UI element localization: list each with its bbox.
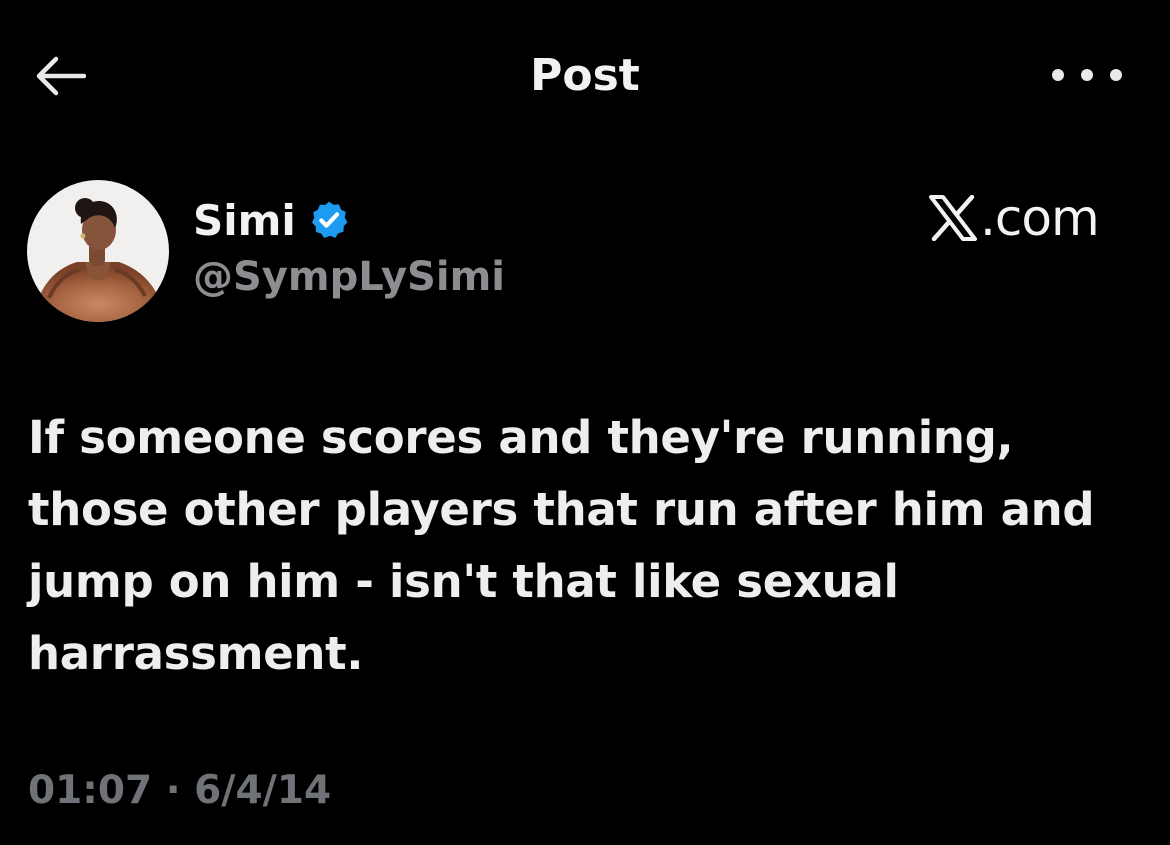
post-time: 01:07 — [28, 768, 153, 813]
x-com-watermark: .com — [928, 188, 1118, 248]
author-display-name: Simi — [193, 195, 296, 245]
more-dot — [1081, 69, 1093, 81]
x-logo-icon — [929, 195, 977, 241]
post-text: If someone scores and they're running, t… — [28, 411, 1095, 680]
post-timestamp[interactable]: 01:07 · 6/4/14 — [28, 768, 331, 813]
watermark-text: .com — [980, 189, 1100, 247]
top-bar: Post — [0, 0, 1170, 150]
more-options-button[interactable] — [1052, 58, 1122, 92]
verified-badge-icon — [311, 201, 348, 239]
more-horizontal-icon — [1052, 69, 1064, 81]
avatar[interactable] — [27, 180, 169, 322]
author-handle[interactable]: @SympLySimi — [193, 254, 505, 300]
back-button[interactable] — [30, 48, 90, 104]
more-dot — [1110, 69, 1122, 81]
page-title: Post — [530, 50, 640, 101]
author-name-row[interactable]: Simi — [193, 192, 350, 248]
post-date: 6/4/14 — [194, 768, 332, 813]
timestamp-separator: · — [165, 768, 181, 813]
avatar-image — [27, 180, 169, 322]
arrow-left-icon — [36, 56, 86, 96]
